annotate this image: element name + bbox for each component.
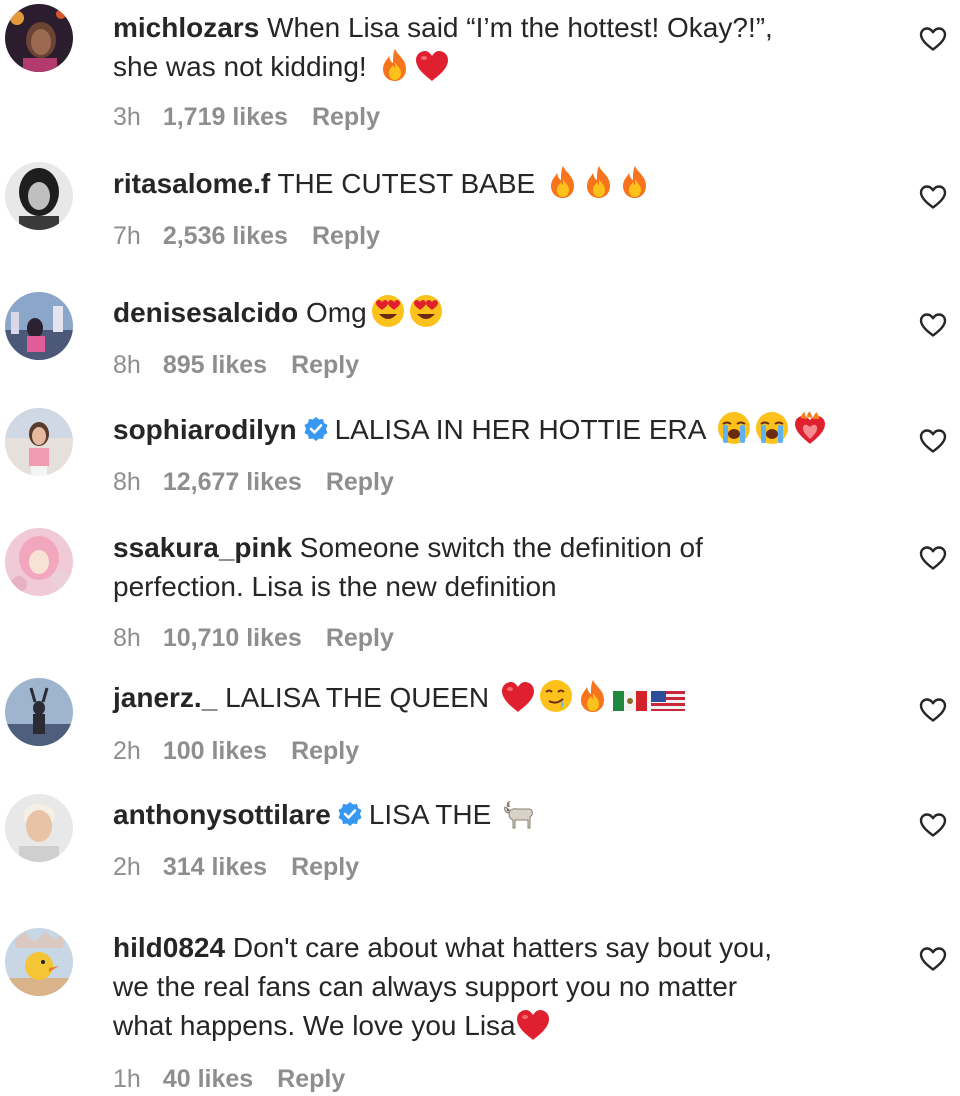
comment-meta: 3h 1,719 likes Reply xyxy=(113,102,380,132)
comment-text-line2: we the real fans can always support you … xyxy=(113,971,738,1002)
comment-meta: 8h 10,710 likes Reply xyxy=(113,623,394,653)
avatar[interactable] xyxy=(5,292,73,360)
comment-time[interactable]: 1h xyxy=(113,1065,141,1093)
comment-likes[interactable]: 2,536 likes xyxy=(163,222,288,250)
verified-badge-icon xyxy=(337,798,363,824)
like-heart-icon[interactable] xyxy=(919,812,947,838)
comment-time[interactable]: 8h xyxy=(113,351,141,379)
comment-time[interactable]: 2h xyxy=(113,737,141,765)
like-heart-icon[interactable] xyxy=(919,697,947,723)
loudly-crying-emoji xyxy=(717,411,751,445)
reply-button[interactable]: Reply xyxy=(291,737,359,765)
red-heart-emoji xyxy=(516,1009,550,1041)
avatar[interactable] xyxy=(5,408,73,476)
comment-meta: 2h 100 likes Reply xyxy=(113,736,359,766)
red-heart-emoji xyxy=(501,681,535,713)
reply-button[interactable]: Reply xyxy=(291,853,359,881)
comment-text-line3: what happens. We love you Lisa xyxy=(113,1010,516,1041)
comment-text: Omg xyxy=(305,297,367,328)
comment-time[interactable]: 8h xyxy=(113,468,141,496)
comment-body: anthonysottilare LISA THE xyxy=(113,795,893,834)
comment-body: sophiarodilyn LALISA IN HER HOTTIE ERA xyxy=(113,410,893,449)
avatar[interactable] xyxy=(5,4,73,72)
comment-time[interactable]: 7h xyxy=(113,222,141,250)
comment-text: LALISA THE QUEEN xyxy=(225,682,490,713)
comment-meta: 8h 895 likes Reply xyxy=(113,350,359,380)
comment-username[interactable]: anthonysottilare xyxy=(113,799,331,830)
comment-meta: 8h 12,677 likes Reply xyxy=(113,467,394,497)
verified-badge-icon xyxy=(303,413,329,439)
like-heart-icon[interactable] xyxy=(919,26,947,52)
like-heart-icon[interactable] xyxy=(919,946,947,972)
comment-time[interactable]: 3h xyxy=(113,103,141,131)
avatar[interactable] xyxy=(5,528,73,596)
reply-button[interactable]: Reply xyxy=(312,222,380,250)
comment-meta: 2h 314 likes Reply xyxy=(113,852,359,882)
loudly-crying-emoji xyxy=(755,411,789,445)
avatar[interactable] xyxy=(5,794,73,862)
comment-likes[interactable]: 895 likes xyxy=(163,351,267,379)
comment-username[interactable]: hild0824 xyxy=(113,932,225,963)
red-heart-emoji xyxy=(415,50,449,82)
comment-text: Someone switch the definition of xyxy=(299,532,703,563)
comment-time[interactable]: 8h xyxy=(113,624,141,652)
comment-username[interactable]: sophiarodilyn xyxy=(113,414,297,445)
like-heart-icon[interactable] xyxy=(919,428,947,454)
mexico-flag-emoji xyxy=(613,689,647,713)
us-flag-emoji xyxy=(651,689,685,713)
comment-username[interactable]: ssakura_pink xyxy=(113,532,292,563)
comment-time[interactable]: 2h xyxy=(113,853,141,881)
comment-text-line2: she was not kidding! xyxy=(113,51,367,82)
comment-text: LALISA IN HER HOTTIE ERA xyxy=(334,414,705,445)
comment-likes[interactable]: 12,677 likes xyxy=(163,468,302,496)
like-heart-icon[interactable] xyxy=(919,184,947,210)
fire-emoji xyxy=(583,165,615,199)
comment-meta: 7h 2,536 likes Reply xyxy=(113,221,380,251)
comment-body: ssakura_pink Someone switch the definiti… xyxy=(113,528,893,606)
avatar[interactable] xyxy=(5,678,73,746)
comment-body: michlozars When Lisa said “I’m the hotte… xyxy=(113,8,893,86)
comment-username[interactable]: michlozars xyxy=(113,12,259,43)
avatar[interactable] xyxy=(5,928,73,996)
comment-body: hild0824 Don't care about what hatters s… xyxy=(113,928,893,1045)
comment-text: LISA THE xyxy=(368,799,492,830)
drooling-face-emoji xyxy=(539,679,573,713)
comment-username[interactable]: ritasalome.f xyxy=(113,168,270,199)
fire-emoji xyxy=(619,165,651,199)
fire-emoji xyxy=(547,165,579,199)
comment-meta: 1h 40 likes Reply xyxy=(113,1064,345,1094)
comment-text: Don't care about what hatters say bout y… xyxy=(232,932,773,963)
comment-likes[interactable]: 314 likes xyxy=(163,853,267,881)
like-heart-icon[interactable] xyxy=(919,312,947,338)
heart-eyes-emoji xyxy=(371,294,405,328)
comment-likes[interactable]: 10,710 likes xyxy=(163,624,302,652)
comment-text-line2: perfection. Lisa is the new definition xyxy=(113,571,557,602)
fire-emoji xyxy=(379,48,411,82)
like-heart-icon[interactable] xyxy=(919,545,947,571)
avatar[interactable] xyxy=(5,162,73,230)
goat-emoji xyxy=(503,800,537,830)
comment-username[interactable]: denisesalcido xyxy=(113,297,298,328)
comment-username[interactable]: janerz._ xyxy=(113,682,217,713)
comment-likes[interactable]: 1,719 likes xyxy=(163,103,288,131)
comment-body: janerz._ LALISA THE QUEEN xyxy=(113,678,893,717)
comment-likes[interactable]: 100 likes xyxy=(163,737,267,765)
comment-body: denisesalcido Omg xyxy=(113,293,893,332)
fire-emoji xyxy=(577,679,609,713)
heart-on-fire-emoji xyxy=(793,411,827,445)
reply-button[interactable]: Reply xyxy=(326,624,394,652)
comment-likes[interactable]: 40 likes xyxy=(163,1065,253,1093)
heart-eyes-emoji xyxy=(409,294,443,328)
comment-text: THE CUTEST BABE xyxy=(277,168,536,199)
reply-button[interactable]: Reply xyxy=(277,1065,345,1093)
reply-button[interactable]: Reply xyxy=(291,351,359,379)
reply-button[interactable]: Reply xyxy=(312,103,380,131)
reply-button[interactable]: Reply xyxy=(326,468,394,496)
comment-body: ritasalome.f THE CUTEST BABE xyxy=(113,164,893,203)
comment-text: When Lisa said “I’m the hottest! Okay?!”… xyxy=(267,12,773,43)
